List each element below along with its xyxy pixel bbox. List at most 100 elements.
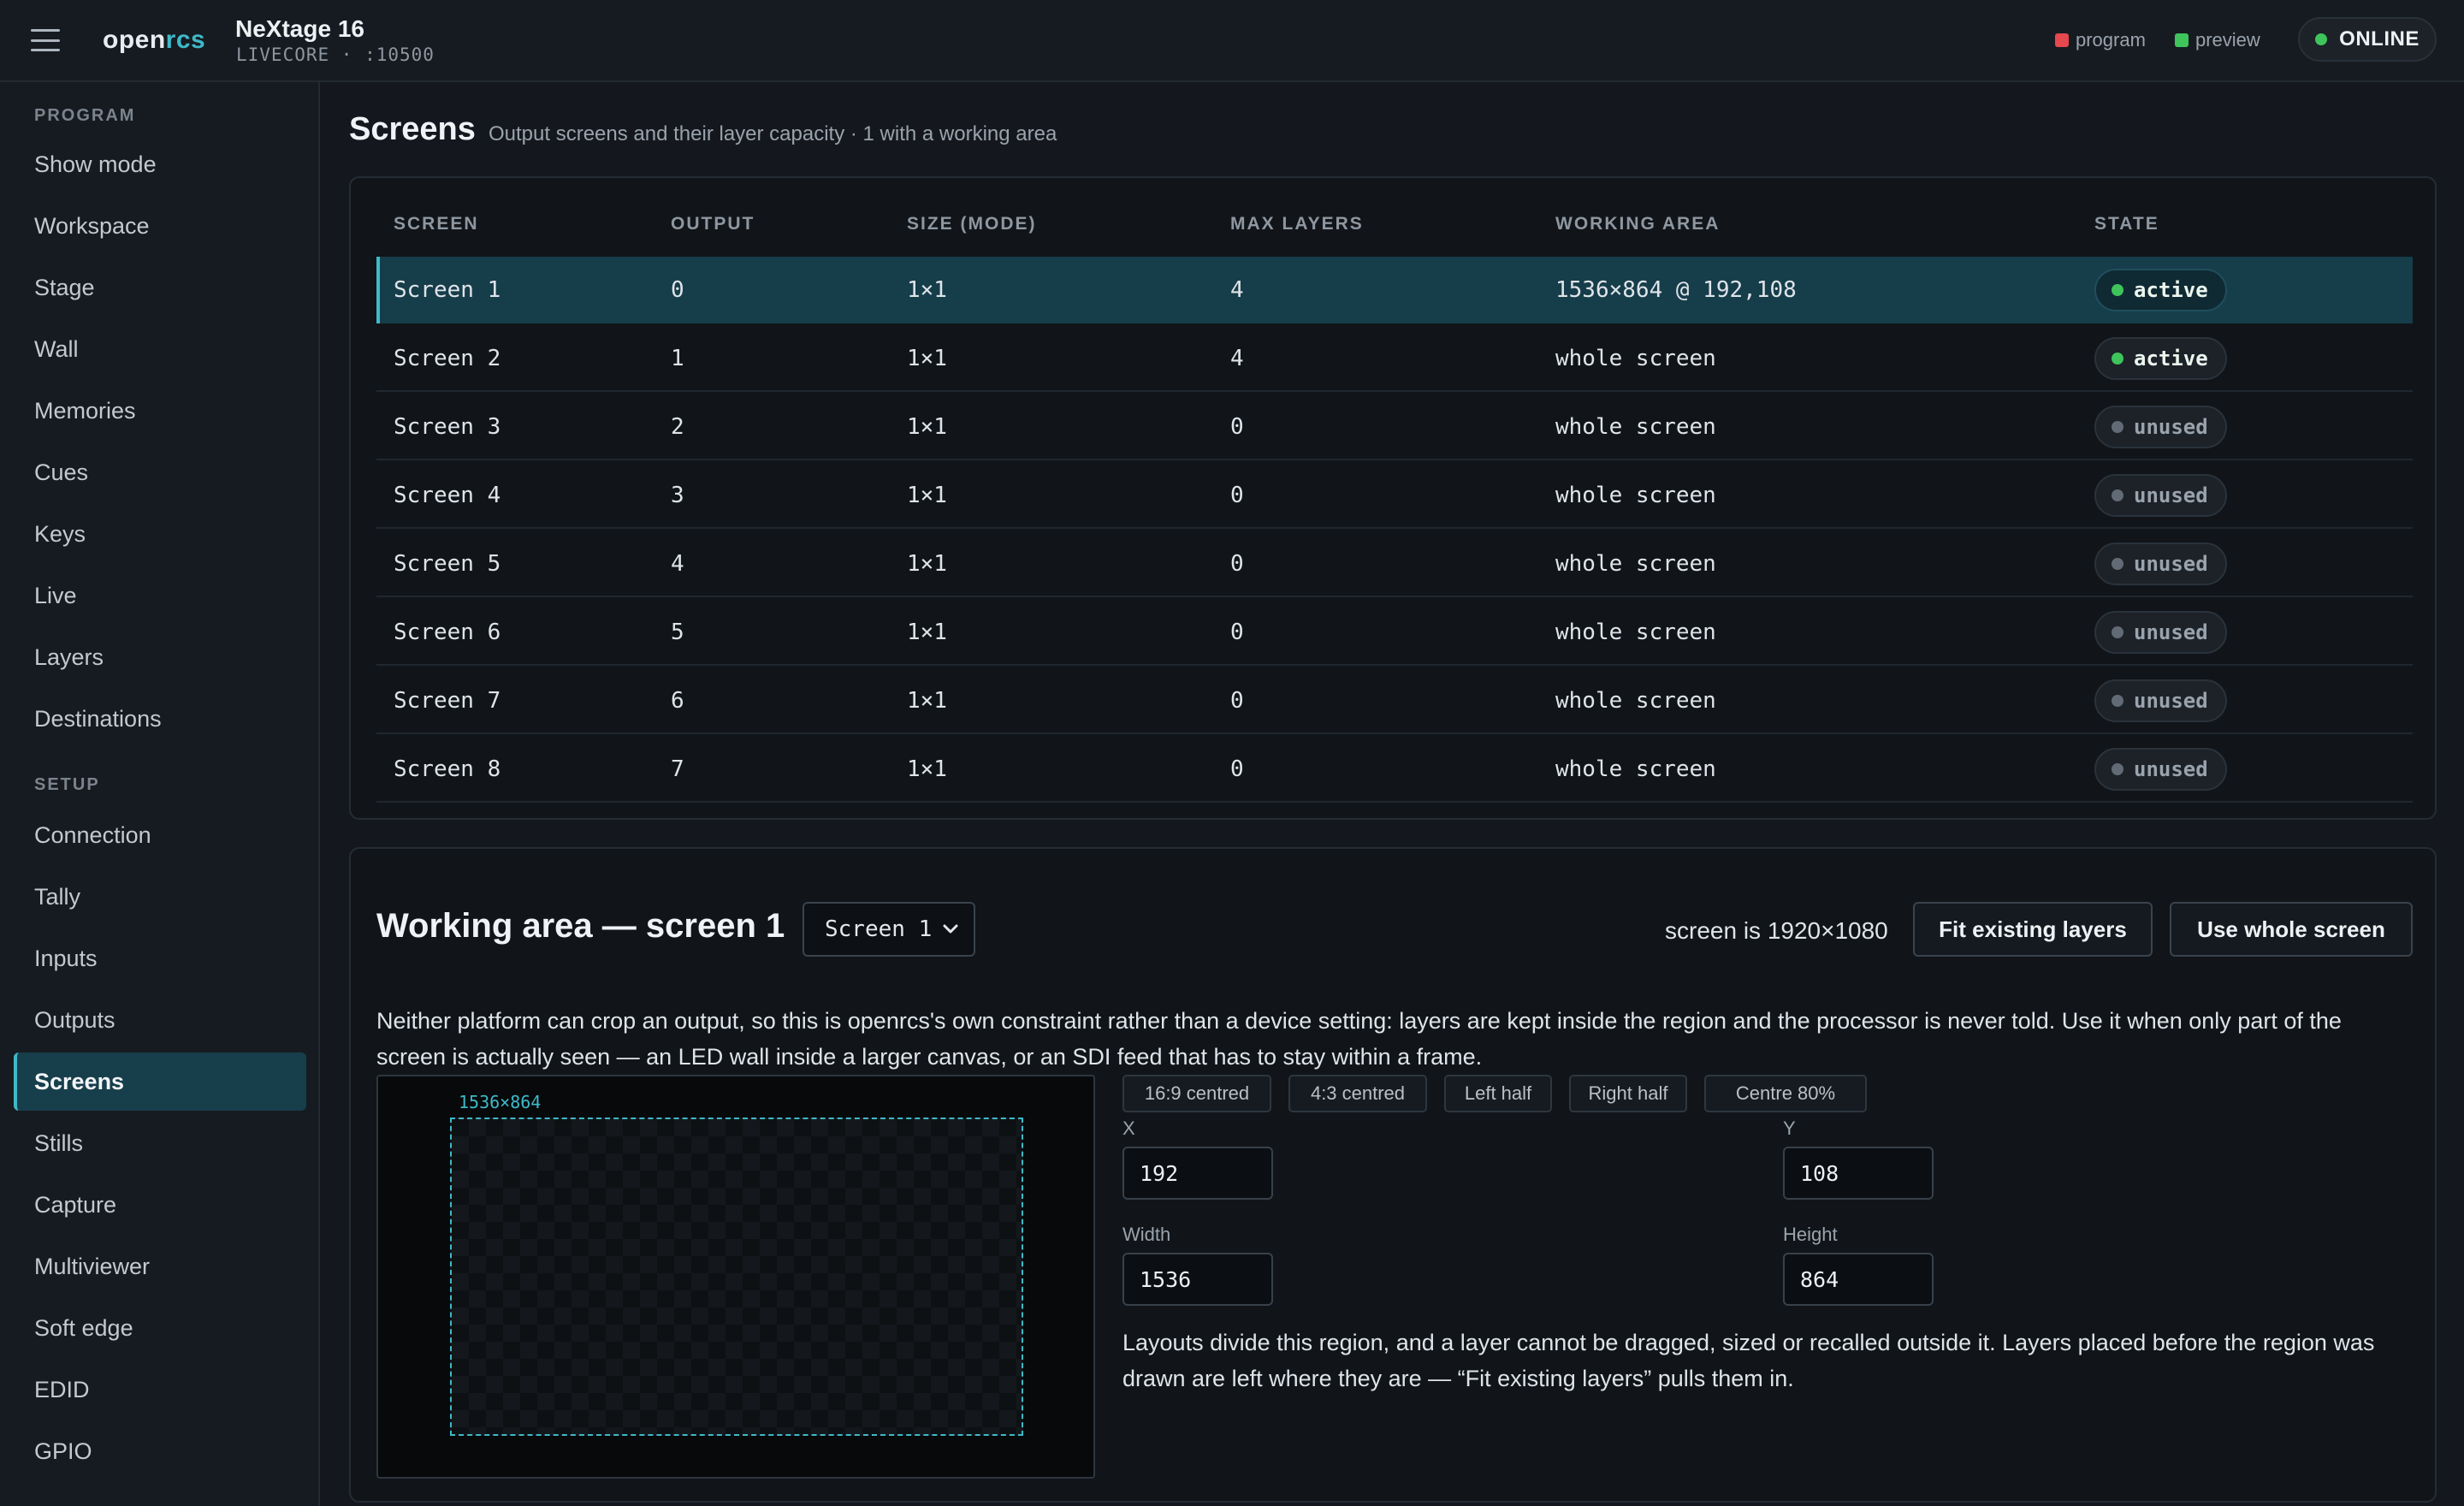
cell-size: 1×1 (907, 620, 947, 645)
sidebar-item-wall[interactable]: Wall (14, 320, 306, 378)
preset-centre-80[interactable]: Centre 80% (1704, 1075, 1867, 1112)
sidebar-item-show-mode[interactable]: Show mode (14, 135, 306, 193)
status-badge: unused (2094, 406, 2227, 448)
cell-screen: Screen 5 (394, 551, 501, 577)
sidebar-item-destinations[interactable]: Destinations (14, 690, 306, 748)
cell-working-area: whole screen (1555, 414, 1716, 440)
sidebar-item-cues[interactable]: Cues (14, 443, 306, 501)
preset-4-3-centred[interactable]: 4:3 centred (1288, 1075, 1427, 1112)
table-row[interactable]: Screen 1 0 1×1 4 1536×864 @ 192,108 active (376, 257, 2413, 323)
preset-16-9-centred[interactable]: 16:9 centred (1122, 1075, 1271, 1112)
menu-icon[interactable] (31, 29, 60, 51)
screen-select[interactable]: Screen 1 (803, 902, 975, 957)
region-size-label: 1536×864 (459, 1092, 542, 1112)
sidebar-item-memories[interactable]: Memories (14, 382, 306, 440)
sidebar-item-tally[interactable]: Tally (14, 868, 306, 926)
sidebar-heading-setup: SETUP (34, 775, 100, 794)
sidebar-item-inputs[interactable]: Inputs (14, 929, 306, 987)
preset-right-half[interactable]: Right half (1569, 1075, 1687, 1112)
table-row[interactable]: Screen 3 2 1×1 0 whole screen unused (376, 394, 2413, 460)
legend-preview: preview (2175, 29, 2260, 51)
cell-max-layers: 0 (1230, 551, 1244, 577)
column-header-working-area: WORKING AREA (1555, 214, 1721, 234)
sidebar-item-stills[interactable]: Stills (14, 1114, 306, 1172)
width-label: Width (1122, 1224, 1171, 1245)
cell-size: 1×1 (907, 414, 947, 440)
status-dot-icon (2112, 353, 2123, 365)
sidebar-item-capture[interactable]: Capture (14, 1176, 306, 1234)
table-row[interactable]: Screen 2 1 1×1 4 whole screen active (376, 325, 2413, 392)
legend-program: program (2055, 29, 2146, 51)
cell-state: unused (2094, 599, 2227, 666)
sidebar-heading-program: PROGRAM (34, 106, 136, 125)
sidebar-item-live[interactable]: Live (14, 566, 306, 625)
sidebar-item-multiviewer[interactable]: Multiviewer (14, 1237, 306, 1296)
cell-state: unused (2094, 736, 2227, 803)
sidebar-item-stage[interactable]: Stage (14, 258, 306, 317)
status-badge: active (2094, 337, 2227, 380)
working-area-panel: Working area — screen 1 Screen 1 screen … (349, 847, 2437, 1503)
cell-max-layers: 0 (1230, 414, 1244, 440)
sidebar-item-soft-edge[interactable]: Soft edge (14, 1299, 306, 1357)
width-input[interactable] (1122, 1253, 1273, 1306)
brand-logo[interactable]: openrcs (103, 26, 205, 55)
cell-state: active (2094, 257, 2227, 323)
preview-color-swatch (2175, 33, 2189, 47)
cell-working-area: whole screen (1555, 756, 1716, 782)
status-badge-label: active (2134, 347, 2208, 371)
status-badge-label: unused (2134, 620, 2208, 644)
table-row[interactable]: Screen 4 3 1×1 0 whole screen unused (376, 462, 2413, 529)
sidebar-item-outputs[interactable]: Outputs (14, 991, 306, 1049)
working-area-preview[interactable]: 1536×864 (376, 1075, 1095, 1479)
table-row[interactable]: Screen 6 5 1×1 0 whole screen unused (376, 599, 2413, 666)
cell-state: unused (2094, 462, 2227, 529)
cell-max-layers: 0 (1230, 756, 1244, 782)
cell-output: 0 (671, 277, 684, 303)
sidebar-item-edid[interactable]: EDID (14, 1361, 306, 1419)
table-row[interactable]: Screen 5 4 1×1 0 whole screen unused (376, 531, 2413, 597)
preset-left-half[interactable]: Left half (1444, 1075, 1552, 1112)
page-description: Output screens and their layer capacity … (489, 122, 1057, 145)
table-row[interactable]: Screen 8 7 1×1 0 whole screen unused (376, 736, 2413, 803)
sidebar: PROGRAM Show mode Workspace Stage Wall M… (0, 82, 320, 1506)
cell-screen: Screen 1 (394, 277, 501, 303)
column-header-screen: SCREEN (394, 214, 479, 234)
cell-output: 3 (671, 483, 684, 508)
cell-size: 1×1 (907, 277, 947, 303)
cell-working-area: 1536×864 @ 192,108 (1555, 277, 1797, 303)
status-dot-icon (2112, 421, 2123, 433)
sidebar-item-gpio[interactable]: GPIO (14, 1422, 306, 1480)
status-badge-label: unused (2134, 552, 2208, 576)
status-badge-label: unused (2134, 689, 2208, 713)
sidebar-item-keys[interactable]: Keys (14, 505, 306, 563)
cell-state: unused (2094, 531, 2227, 597)
status-dot-icon (2112, 763, 2123, 775)
sidebar-item-screens[interactable]: Screens (14, 1052, 306, 1111)
cell-state: active (2094, 325, 2227, 392)
page-title: Screens (349, 111, 476, 147)
status-badge: unused (2094, 543, 2227, 585)
sidebar-item-connection[interactable]: Connection (14, 806, 306, 864)
table-header: SCREEN OUTPUT SIZE (MODE) MAX LAYERS WOR… (376, 214, 2413, 252)
use-whole-screen-button[interactable]: Use whole screen (2170, 902, 2413, 957)
x-input[interactable] (1122, 1147, 1273, 1200)
height-input[interactable] (1783, 1253, 1934, 1306)
device-title: NeXtage 16 (235, 15, 364, 42)
status-badge-label: unused (2134, 483, 2208, 507)
screens-table-panel: SCREEN OUTPUT SIZE (MODE) MAX LAYERS WOR… (349, 176, 2437, 820)
status-badge-label: unused (2134, 757, 2208, 781)
table-row[interactable]: Screen 7 6 1×1 0 whole screen unused (376, 667, 2413, 734)
y-input[interactable] (1783, 1147, 1934, 1200)
cell-size: 1×1 (907, 483, 947, 508)
cell-state: unused (2094, 667, 2227, 734)
status-badge: unused (2094, 611, 2227, 654)
screen-select-value: Screen 1 (825, 916, 933, 942)
status-badge: unused (2094, 474, 2227, 517)
fit-existing-layers-button[interactable]: Fit existing layers (1913, 902, 2153, 957)
sidebar-item-layers[interactable]: Layers (14, 628, 306, 686)
cell-max-layers: 4 (1230, 277, 1244, 303)
cell-screen: Screen 6 (394, 620, 501, 645)
cell-working-area: whole screen (1555, 346, 1716, 371)
working-area-region[interactable] (450, 1118, 1023, 1436)
sidebar-item-workspace[interactable]: Workspace (14, 197, 306, 255)
